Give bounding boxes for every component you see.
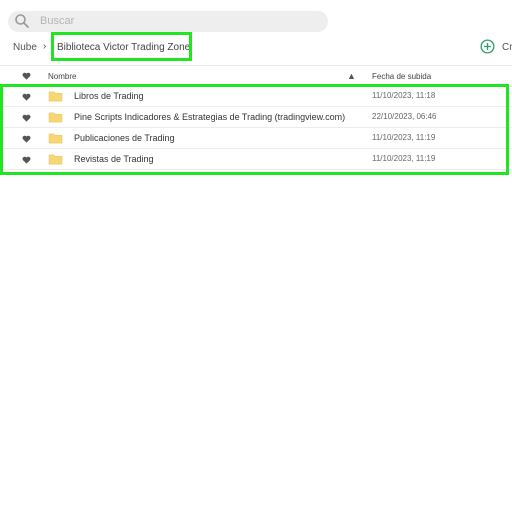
table-header: Nombre ▲ Fecha de subida: [0, 65, 512, 87]
file-name[interactable]: Publicaciones de Trading: [74, 133, 175, 143]
file-name[interactable]: Revistas de Trading: [74, 154, 154, 164]
folder-icon: [48, 133, 63, 144]
folder-icon: [48, 112, 63, 123]
sort-ascending-icon[interactable]: ▲: [347, 71, 356, 81]
table-row[interactable]: Pine Scripts Indicadores & Estrategias d…: [0, 107, 512, 128]
create-label: Cre: [502, 42, 512, 53]
folder-icon: [48, 91, 63, 102]
heart-icon[interactable]: [22, 72, 31, 80]
table-row[interactable]: Libros de Trading 11/10/2023, 11:18: [0, 86, 512, 107]
heart-icon[interactable]: [22, 114, 31, 122]
search-icon: [15, 14, 29, 28]
table-row[interactable]: Publicaciones de Trading 11/10/2023, 11:…: [0, 128, 512, 149]
file-name[interactable]: Libros de Trading: [74, 91, 144, 101]
search-input[interactable]: Buscar: [40, 15, 74, 27]
upload-date: 22/10/2023, 06:46: [372, 112, 437, 121]
heart-icon[interactable]: [22, 135, 31, 143]
chevron-right-icon: ›: [43, 41, 47, 52]
upload-date: 11/10/2023, 11:19: [372, 154, 436, 163]
file-name[interactable]: Pine Scripts Indicadores & Estrategias d…: [74, 112, 345, 122]
plus-circle-icon: [480, 39, 495, 54]
search-bar[interactable]: Buscar: [8, 11, 328, 32]
heart-icon[interactable]: [22, 156, 31, 164]
file-list: Libros de Trading 11/10/2023, 11:18 Pine…: [0, 86, 512, 170]
column-header-name[interactable]: Nombre: [48, 72, 76, 81]
breadcrumb-root[interactable]: Nube: [13, 42, 37, 53]
upload-date: 11/10/2023, 11:19: [372, 133, 436, 142]
folder-icon: [48, 154, 63, 165]
heart-icon[interactable]: [22, 93, 31, 101]
upload-date: 11/10/2023, 11:18: [372, 91, 436, 100]
table-row[interactable]: Revistas de Trading 11/10/2023, 11:19: [0, 149, 512, 170]
column-header-date[interactable]: Fecha de subida: [372, 72, 431, 81]
breadcrumb-current: Biblioteca Victor Trading Zone: [57, 42, 191, 53]
